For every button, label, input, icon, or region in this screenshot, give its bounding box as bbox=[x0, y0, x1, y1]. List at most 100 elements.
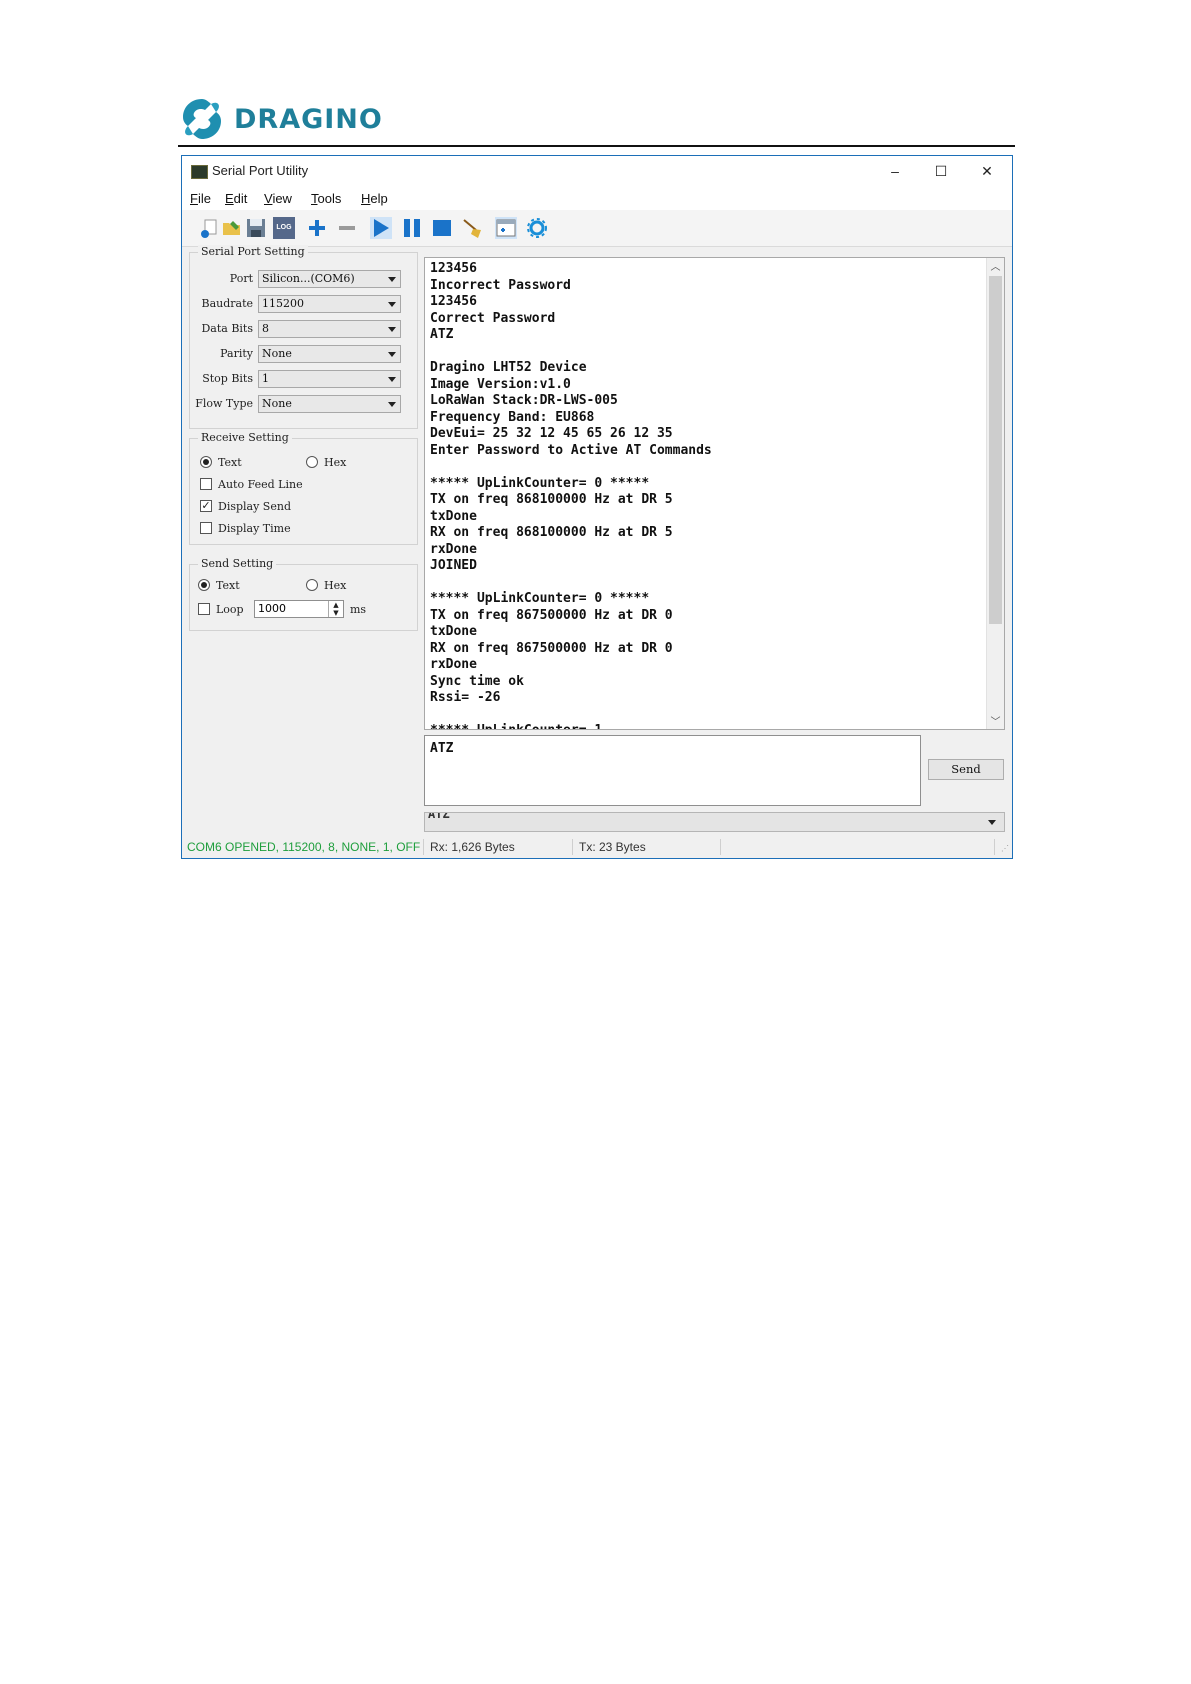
output-line: DevEui= 25 32 12 45 65 26 12 35 bbox=[430, 426, 673, 441]
tx-count: Tx: 23 Bytes bbox=[579, 840, 646, 854]
remove-icon[interactable] bbox=[336, 217, 358, 239]
output-line: TX on freq 867500000 Hz at DR 0 bbox=[430, 607, 673, 623]
menu-file[interactable]: File bbox=[190, 191, 211, 206]
open-folder-icon[interactable] bbox=[221, 217, 243, 239]
output-line: txDone bbox=[430, 624, 477, 639]
checkmark-icon: ✓ bbox=[201, 500, 211, 512]
data-bits-select[interactable]: 8 bbox=[258, 320, 401, 338]
output-line: txDone bbox=[430, 508, 477, 524]
receive-hex-radio[interactable] bbox=[306, 456, 318, 468]
display-time-label: Display Time bbox=[218, 522, 291, 535]
data-bits-value: 8 bbox=[262, 322, 269, 335]
scroll-up-icon[interactable]: ︿ bbox=[987, 258, 1004, 274]
output-line: Enter Password to Active AT Commands bbox=[430, 442, 712, 458]
brand-name: DRAGINO bbox=[234, 103, 383, 135]
send-history-value: ATZ bbox=[428, 812, 450, 821]
output-scrollbar[interactable]: ︿ ﹀ bbox=[986, 258, 1004, 729]
send-input[interactable]: ATZ bbox=[424, 735, 921, 806]
menu-help[interactable]: Help bbox=[361, 191, 388, 206]
baudrate-select[interactable]: 115200 bbox=[258, 295, 401, 313]
receive-setting-title: Receive Setting bbox=[198, 431, 292, 444]
title-bar: Serial Port Utility – ☐ ✕ bbox=[182, 156, 1012, 186]
auto-feed-line-checkbox[interactable] bbox=[200, 478, 212, 490]
port-label: Port bbox=[229, 272, 253, 285]
menu-tools[interactable]: Tools bbox=[311, 191, 341, 206]
output-line: 123456 bbox=[430, 294, 477, 309]
receive-setting-group: Receive Setting Text Hex Auto Feed Line … bbox=[189, 431, 418, 545]
maximize-button[interactable]: ☐ bbox=[918, 156, 964, 186]
loop-interval-input[interactable]: 1000 ▲ ▼ bbox=[254, 600, 344, 618]
output-line: Dragino LHT52 Device bbox=[430, 360, 587, 375]
send-hex-radio[interactable] bbox=[306, 579, 318, 591]
receive-output-text: 123456 Incorrect Password 123456 Correct Pa… bbox=[430, 261, 712, 729]
receive-hex-label: Hex bbox=[324, 456, 347, 469]
port-value: Silicon...(COM6) bbox=[262, 272, 355, 285]
loop-label: Loop bbox=[216, 603, 244, 616]
dragino-logo: DRAGINO bbox=[178, 96, 383, 142]
stop-bits-value: 1 bbox=[262, 372, 269, 385]
header-divider bbox=[178, 145, 1015, 147]
clear-broom-icon[interactable] bbox=[462, 217, 484, 239]
flow-type-select[interactable]: None bbox=[258, 395, 401, 413]
loop-unit-label: ms bbox=[350, 603, 367, 616]
layout-icon[interactable] bbox=[495, 217, 517, 239]
minimize-button[interactable]: – bbox=[872, 156, 918, 186]
stop-icon[interactable] bbox=[431, 217, 453, 239]
send-hex-label: Hex bbox=[324, 579, 347, 592]
chevron-down-icon bbox=[388, 377, 396, 382]
receive-output[interactable]: 123456 Incorrect Password 123456 Correct Pa… bbox=[424, 257, 1005, 730]
settings-gear-icon[interactable] bbox=[526, 217, 548, 239]
status-divider bbox=[720, 839, 721, 855]
stop-bits-select[interactable]: 1 bbox=[258, 370, 401, 388]
menu-file-label: ile bbox=[197, 191, 211, 206]
play-icon[interactable] bbox=[370, 217, 392, 239]
port-select[interactable]: Silicon...(COM6) bbox=[258, 270, 401, 288]
output-line: TX on freq 868100000 Hz at DR 5 bbox=[430, 492, 673, 507]
baudrate-value: 115200 bbox=[262, 297, 304, 310]
send-text-label: Text bbox=[216, 579, 240, 592]
chevron-down-icon bbox=[388, 352, 396, 357]
log-icon[interactable]: LOG bbox=[273, 217, 295, 239]
serial-port-utility-window: Serial Port Utility – ☐ ✕ File Edit View… bbox=[181, 155, 1013, 859]
receive-text-radio[interactable] bbox=[200, 456, 212, 468]
menu-view[interactable]: View bbox=[264, 191, 292, 206]
parity-select[interactable]: None bbox=[258, 345, 401, 363]
app-icon bbox=[191, 165, 208, 179]
status-bar: COM6 OPENED, 115200, 8, NONE, 1, OFF Rx:… bbox=[182, 836, 1012, 858]
chevron-down-icon bbox=[388, 402, 396, 407]
menu-bar: File Edit View Tools Help bbox=[182, 186, 1012, 210]
scrollbar-thumb[interactable] bbox=[989, 276, 1002, 624]
scroll-down-icon[interactable]: ﹀ bbox=[987, 713, 1004, 729]
data-bits-label: Data Bits bbox=[201, 322, 253, 335]
loop-interval-stepper[interactable]: ▲ ▼ bbox=[328, 601, 343, 617]
display-send-label: Display Send bbox=[218, 500, 291, 513]
window-title: Serial Port Utility bbox=[212, 163, 309, 178]
output-line: rxDone bbox=[430, 541, 477, 557]
output-line: RX on freq 867500000 Hz at DR 0 bbox=[430, 640, 673, 656]
pause-icon[interactable] bbox=[401, 217, 423, 239]
send-button[interactable]: Send bbox=[928, 759, 1004, 780]
menu-file-key: F bbox=[190, 191, 198, 206]
baudrate-label: Baudrate bbox=[201, 297, 253, 310]
resize-grip-icon[interactable]: ⋰ bbox=[1001, 844, 1009, 853]
loop-checkbox[interactable] bbox=[198, 603, 210, 615]
menu-view-label: iew bbox=[272, 191, 292, 206]
display-send-checkbox[interactable]: ✓ bbox=[200, 500, 212, 512]
toolbar: LOG bbox=[182, 210, 1012, 247]
output-line: Image Version:v1.0 bbox=[430, 376, 571, 392]
menu-edit[interactable]: Edit bbox=[225, 191, 247, 206]
menu-help-label: elp bbox=[370, 191, 388, 206]
output-line: ***** UpLinkCounter= 1 bbox=[430, 723, 712, 729]
parity-value: None bbox=[262, 347, 292, 360]
send-text-radio[interactable] bbox=[198, 579, 210, 591]
add-icon[interactable] bbox=[306, 217, 328, 239]
new-icon[interactable] bbox=[199, 217, 221, 239]
rx-count: Rx: 1,626 Bytes bbox=[430, 840, 515, 854]
save-icon[interactable] bbox=[245, 217, 267, 239]
send-history-select[interactable]: ATZ bbox=[424, 812, 1005, 832]
flow-type-label: Flow Type bbox=[195, 397, 253, 410]
display-time-checkbox[interactable] bbox=[200, 522, 212, 534]
auto-feed-line-label: Auto Feed Line bbox=[218, 478, 303, 491]
close-button[interactable]: ✕ bbox=[964, 156, 1010, 186]
